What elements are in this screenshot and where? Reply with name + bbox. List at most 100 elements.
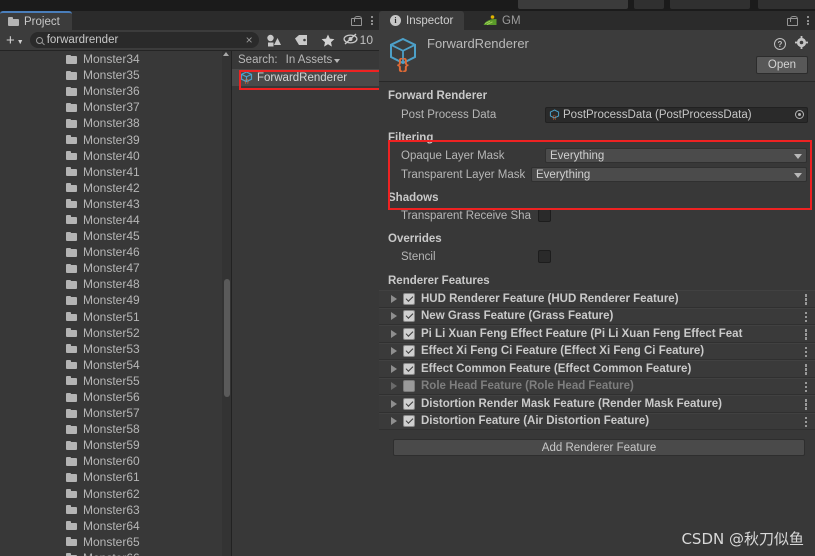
folder-tree-item[interactable]: Monster42 <box>0 180 222 196</box>
folder-tree-item[interactable]: Monster37 <box>0 99 222 115</box>
renderer-feature-row[interactable]: Pi Li Xuan Feng Effect Feature (Pi Li Xu… <box>379 325 815 343</box>
kebab-menu-icon[interactable] <box>804 399 807 410</box>
folder-tree-item[interactable]: Monster58 <box>0 421 222 437</box>
create-asset-button[interactable]: + ▼ <box>2 33 27 48</box>
tab-gm[interactable]: GM <box>472 11 532 30</box>
folder-tree-item[interactable]: Monster41 <box>0 164 222 180</box>
chevron-down-icon: ▼ <box>16 38 24 46</box>
search-result-forwardrenderer[interactable]: {} ForwardRenderer <box>232 69 379 86</box>
folder-tree-item[interactable]: Monster49 <box>0 292 222 308</box>
folder-tree-item[interactable]: Monster60 <box>0 453 222 469</box>
renderer-feature-enabled-checkbox[interactable] <box>403 415 415 428</box>
lock-icon[interactable] <box>351 15 362 26</box>
open-button[interactable]: Open <box>756 56 808 74</box>
folder-tree-item[interactable]: Monster43 <box>0 196 222 212</box>
scroll-up-arrow-icon[interactable] <box>223 52 229 56</box>
search-input[interactable]: forwardrender × <box>29 32 259 48</box>
folder-tree-item[interactable]: Monster53 <box>0 341 222 357</box>
folder-tree-item[interactable]: Monster38 <box>0 115 222 131</box>
tree-scrollbar[interactable] <box>222 51 231 556</box>
folder-tree-item[interactable]: Monster44 <box>0 212 222 228</box>
lock-icon[interactable] <box>787 15 798 26</box>
folder-tree-item[interactable]: Monster56 <box>0 389 222 405</box>
renderer-feature-enabled-checkbox[interactable] <box>403 362 415 375</box>
tab-inspector[interactable]: i Inspector <box>379 11 465 30</box>
renderer-feature-enabled-checkbox[interactable] <box>403 292 415 305</box>
chevron-right-icon[interactable] <box>391 347 397 356</box>
filter-by-label-icon[interactable] <box>289 31 313 49</box>
folder-tree-item[interactable]: Monster34 <box>0 51 222 67</box>
folder-tree-item[interactable]: Monster45 <box>0 228 222 244</box>
chevron-right-icon[interactable] <box>391 329 397 338</box>
kebab-menu-icon[interactable] <box>369 16 375 25</box>
renderer-feature-row[interactable]: Role Head Feature (Role Head Feature) <box>379 377 815 395</box>
folder-tree-item[interactable]: Monster59 <box>0 437 222 453</box>
renderer-feature-enabled-checkbox[interactable] <box>403 310 415 323</box>
stencil-checkbox[interactable] <box>538 250 551 263</box>
folder-tree-item[interactable]: Monster66 <box>0 550 222 556</box>
search-scope-dropdown[interactable]: In Assets <box>286 54 341 66</box>
folder-tree-item[interactable]: Monster46 <box>0 244 222 260</box>
kebab-menu-icon[interactable] <box>805 16 811 25</box>
folder-tree-item[interactable]: Monster51 <box>0 309 222 325</box>
help-icon[interactable]: ? <box>774 38 786 50</box>
chevron-right-icon[interactable] <box>391 312 397 321</box>
folder-tree-item[interactable]: Monster64 <box>0 518 222 534</box>
toolbar-button-3[interactable] <box>670 0 750 9</box>
kebab-menu-icon[interactable] <box>804 311 807 322</box>
kebab-menu-icon[interactable] <box>804 294 807 305</box>
kebab-menu-icon[interactable] <box>804 329 807 340</box>
folder-tree-item[interactable]: Monster40 <box>0 148 222 164</box>
renderer-feature-row[interactable]: New Grass Feature (Grass Feature) <box>379 307 815 325</box>
folder-tree-item[interactable]: Monster63 <box>0 502 222 518</box>
renderer-feature-enabled-checkbox[interactable] <box>403 397 415 410</box>
renderer-feature-enabled-checkbox[interactable] <box>403 345 415 358</box>
toolbar-button-2[interactable] <box>634 0 664 9</box>
chevron-right-icon[interactable] <box>391 364 397 373</box>
renderer-feature-row[interactable]: HUD Renderer Feature (HUD Renderer Featu… <box>379 290 815 308</box>
chevron-right-icon[interactable] <box>391 382 397 391</box>
gear-icon[interactable] <box>795 36 808 52</box>
kebab-menu-icon[interactable] <box>804 416 807 427</box>
object-picker-icon[interactable] <box>793 109 806 121</box>
chevron-right-icon[interactable] <box>391 417 397 426</box>
filter-by-type-icon[interactable] <box>262 31 286 49</box>
folder-tree-item[interactable]: Monster65 <box>0 534 222 550</box>
post-process-data-field[interactable]: {} PostProcessData (PostProcessData) <box>545 106 808 123</box>
renderer-feature-row[interactable]: Distortion Feature (Air Distortion Featu… <box>379 412 815 430</box>
toolbar-button-4[interactable] <box>758 0 815 9</box>
add-renderer-feature-button[interactable]: Add Renderer Feature <box>393 439 805 456</box>
tab-project[interactable]: Project <box>0 11 72 30</box>
folder-tree-item[interactable]: Monster62 <box>0 486 222 502</box>
folder-tree-item[interactable]: Monster52 <box>0 325 222 341</box>
transparent-receive-shadows-checkbox[interactable] <box>538 209 551 222</box>
folder-icon <box>66 424 77 434</box>
folder-tree-item[interactable]: Monster55 <box>0 373 222 389</box>
folder-tree-item[interactable]: Monster35 <box>0 67 222 83</box>
folder-tree-item[interactable]: Monster57 <box>0 405 222 421</box>
folder-tree-item[interactable]: Monster48 <box>0 276 222 292</box>
clear-search-icon[interactable]: × <box>246 34 253 46</box>
svg-text:{}: {} <box>552 116 556 120</box>
renderer-feature-enabled-checkbox[interactable] <box>403 327 415 340</box>
kebab-menu-icon[interactable] <box>804 346 807 357</box>
folder-tree-item[interactable]: Monster54 <box>0 357 222 373</box>
folder-tree-item[interactable]: Monster39 <box>0 131 222 147</box>
scrollbar-thumb[interactable] <box>223 279 230 397</box>
favorites-star-icon[interactable] <box>316 31 340 49</box>
renderer-feature-row[interactable]: Effect Xi Feng Ci Feature (Effect Xi Fen… <box>379 342 815 360</box>
chevron-right-icon[interactable] <box>391 294 397 303</box>
toolbar-button-1[interactable] <box>518 0 628 9</box>
transparent-layer-mask-dropdown[interactable]: Everything <box>531 167 807 182</box>
renderer-feature-row[interactable]: Effect Common Feature (Effect Common Fea… <box>379 360 815 378</box>
chevron-right-icon[interactable] <box>391 399 397 408</box>
opaque-layer-mask-dropdown[interactable]: Everything <box>545 148 807 163</box>
renderer-feature-row[interactable]: Distortion Render Mask Feature (Render M… <box>379 395 815 413</box>
kebab-menu-icon[interactable] <box>804 364 807 375</box>
folder-tree-item[interactable]: Monster47 <box>0 260 222 276</box>
hidden-packages-button[interactable]: 10 <box>343 32 377 48</box>
folder-tree-item[interactable]: Monster61 <box>0 469 222 485</box>
kebab-menu-icon[interactable] <box>804 381 807 392</box>
folder-tree-item[interactable]: Monster36 <box>0 83 222 99</box>
renderer-feature-enabled-checkbox[interactable] <box>403 380 415 393</box>
